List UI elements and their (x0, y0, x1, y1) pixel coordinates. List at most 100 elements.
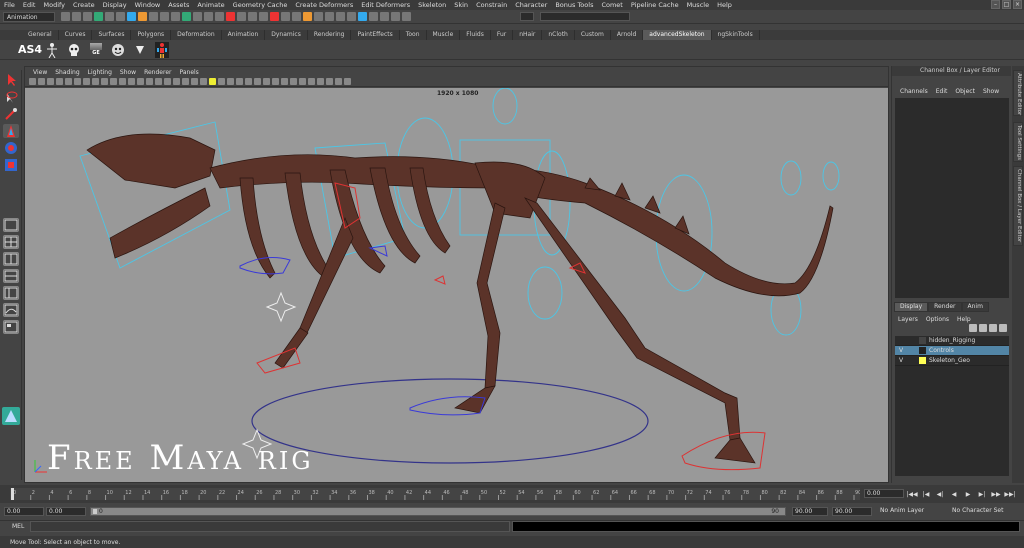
geometry-export-icon[interactable]: GE (88, 42, 104, 58)
status-tool-icon[interactable] (182, 12, 191, 21)
shelf-tab-arnold[interactable]: Arnold (611, 30, 644, 40)
status-tool-icon[interactable] (105, 12, 114, 21)
anim-layer-dropdown[interactable]: No Anim Layer (878, 507, 948, 516)
status-tool-icon[interactable] (226, 12, 235, 21)
layer-visibility-toggle[interactable]: V (895, 357, 907, 364)
panel-tool-icon[interactable] (200, 78, 207, 85)
layer-menu-help[interactable]: Help (953, 316, 975, 323)
play-forward-icon[interactable]: ▶ (962, 489, 974, 499)
biped-figure-icon[interactable] (44, 42, 60, 58)
current-frame-field[interactable]: 0.00 (864, 489, 904, 498)
layout-outliner-icon[interactable] (3, 286, 19, 300)
panel-tool-icon[interactable] (209, 78, 216, 85)
layer-tab-render[interactable]: Render (928, 302, 962, 312)
layer-row[interactable]: hidden_Rigging (895, 336, 1009, 346)
menu-character[interactable]: Character (511, 1, 551, 9)
current-time-marker[interactable] (11, 488, 14, 500)
panel-tool-icon[interactable] (164, 78, 171, 85)
panel-menu-lighting[interactable]: Lighting (84, 69, 116, 76)
panel-tool-icon[interactable] (236, 78, 243, 85)
menu-geometry-cache[interactable]: Geometry Cache (229, 1, 292, 9)
range-start-handle[interactable] (93, 509, 97, 514)
menu-bonus-tools[interactable]: Bonus Tools (551, 1, 597, 9)
panel-tool-icon[interactable] (290, 78, 297, 85)
input-mode-icon[interactable] (520, 12, 534, 21)
shelf-tab-painteffects[interactable]: PaintEffects (351, 30, 400, 40)
shelf-tab-general[interactable]: General (22, 30, 59, 40)
shelf-tab-nhair[interactable]: nHair (513, 30, 543, 40)
maximize-icon[interactable]: □ (1002, 0, 1011, 9)
mel-input[interactable] (30, 521, 510, 532)
panel-tool-icon[interactable] (74, 78, 81, 85)
status-tool-icon[interactable] (270, 12, 279, 21)
layer-row[interactable]: V Controls (895, 346, 1009, 356)
play-back-icon[interactable]: ◀ (948, 489, 960, 499)
status-tool-icon[interactable] (358, 12, 367, 21)
panel-tool-icon[interactable] (182, 78, 189, 85)
channel-menu-show[interactable]: Show (979, 88, 1003, 95)
shelf-tab-toon[interactable]: Toon (400, 30, 427, 40)
quick-select-field[interactable] (540, 12, 630, 21)
layer-tab-display[interactable]: Display (894, 302, 929, 312)
status-tool-icon[interactable] (127, 12, 136, 21)
layout-stack-icon[interactable] (3, 269, 19, 283)
step-back-key-icon[interactable]: ◀| (934, 489, 946, 499)
move-tool-icon[interactable] (3, 124, 19, 138)
status-tool-icon[interactable] (325, 12, 334, 21)
side-tab-channel-box-layer-editor[interactable]: Channel Box / Layer Editor (1013, 166, 1023, 246)
status-tool-icon[interactable] (171, 12, 180, 21)
step-forward-icon[interactable]: ▶▶ (990, 489, 1002, 499)
status-tool-icon[interactable] (336, 12, 345, 21)
shelf-tab-advancedskeleton[interactable]: advancedSkeleton (643, 30, 712, 40)
menu-comet[interactable]: Comet (597, 1, 626, 9)
layer-up-icon[interactable] (969, 324, 977, 332)
shelf-tab-custom[interactable]: Custom (575, 30, 611, 40)
panel-tool-icon[interactable] (272, 78, 279, 85)
menu-create[interactable]: Create (69, 1, 99, 9)
status-tool-icon[interactable] (369, 12, 378, 21)
layer-down-icon[interactable] (979, 324, 987, 332)
panel-tool-icon[interactable] (56, 78, 63, 85)
panel-tool-icon[interactable] (227, 78, 234, 85)
close-icon[interactable]: × (1013, 0, 1022, 9)
new-layer-selected-icon[interactable] (999, 324, 1007, 332)
status-tool-icon[interactable] (193, 12, 202, 21)
status-tool-icon[interactable] (215, 12, 224, 21)
status-tool-icon[interactable] (237, 12, 246, 21)
shelf-tab-ncloth[interactable]: nCloth (542, 30, 575, 40)
panel-menu-panels[interactable]: Panels (175, 69, 202, 76)
side-tab-attribute-editor[interactable]: Attribute Editor (1013, 70, 1023, 116)
pick-walk-icon[interactable] (132, 42, 148, 58)
shelf-tab-ngskintools[interactable]: ngSkinTools (712, 30, 760, 40)
menu-edit[interactable]: Edit (19, 1, 40, 9)
panel-tool-icon[interactable] (47, 78, 54, 85)
step-back-icon[interactable]: |◀ (920, 489, 932, 499)
shelf-tab-fur[interactable]: Fur (491, 30, 514, 40)
mel-label[interactable]: MEL (12, 523, 24, 530)
channel-menu-object[interactable]: Object (951, 88, 979, 95)
menu-edit-deformers[interactable]: Edit Deformers (357, 1, 414, 9)
layout-side-icon[interactable] (3, 252, 19, 266)
shelf-tab-rendering[interactable]: Rendering (308, 30, 352, 40)
status-tool-icon[interactable] (303, 12, 312, 21)
panel-tool-icon[interactable] (308, 78, 315, 85)
panel-menu-shading[interactable]: Shading (51, 69, 83, 76)
status-tool-icon[interactable] (314, 12, 323, 21)
minimize-icon[interactable]: – (991, 0, 1000, 9)
panel-tool-icon[interactable] (326, 78, 333, 85)
panel-menu-view[interactable]: View (29, 69, 51, 76)
shelf-tab-muscle[interactable]: Muscle (427, 30, 461, 40)
status-tool-icon[interactable] (94, 12, 103, 21)
channel-menu-edit[interactable]: Edit (932, 88, 952, 95)
start-time-field[interactable]: 0.00 (4, 507, 44, 516)
shelf-tab-deformation[interactable]: Deformation (171, 30, 222, 40)
status-tool-icon[interactable] (347, 12, 356, 21)
status-tool-icon[interactable] (72, 12, 81, 21)
layer-menu-options[interactable]: Options (922, 316, 953, 323)
status-tool-icon[interactable] (292, 12, 301, 21)
shelf-tab-fluids[interactable]: Fluids (460, 30, 491, 40)
panel-tool-icon[interactable] (65, 78, 72, 85)
menu-animate[interactable]: Animate (193, 1, 228, 9)
panel-tool-icon[interactable] (110, 78, 117, 85)
new-layer-icon[interactable] (989, 324, 997, 332)
